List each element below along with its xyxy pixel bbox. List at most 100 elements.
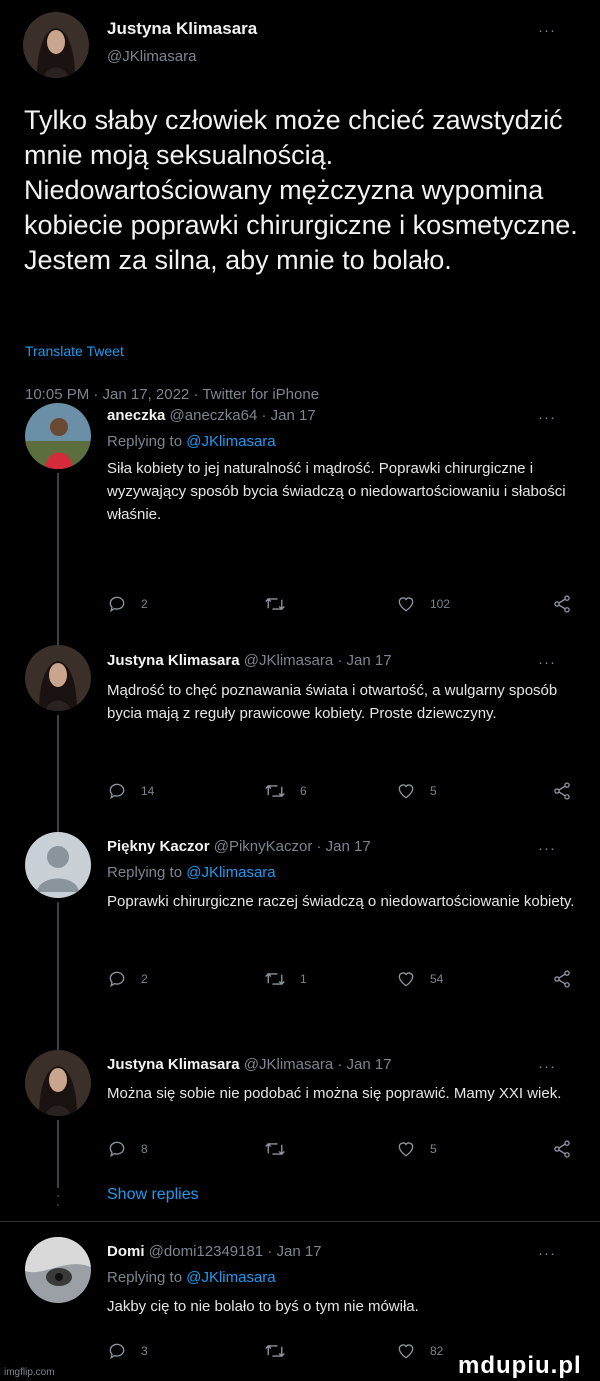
replying-to-prefix: Replying to (107, 864, 183, 881)
retweet-icon (265, 1142, 285, 1156)
tweet-actions: 8 5 (0, 1139, 600, 1163)
thread-dots (57, 1186, 59, 1206)
author-handle[interactable]: @JKlimasara (107, 48, 196, 65)
reply-text: Mądrość to chęć poznawania świata i otwa… (107, 682, 558, 722)
share-action[interactable] (552, 781, 572, 801)
thread-line (57, 1042, 59, 1050)
retweet-icon (265, 597, 285, 611)
more-options-icon[interactable]: ··· (538, 1058, 556, 1075)
replying-to-mention[interactable]: @JKlimasara (186, 864, 275, 881)
reply-avatar[interactable] (25, 1050, 91, 1116)
replying-to-mention[interactable]: @JKlimasara (186, 433, 275, 450)
like-count: 54 (430, 972, 444, 986)
tweet-actions: 14 6 5 (0, 781, 600, 805)
more-options-icon[interactable]: ··· (538, 840, 556, 857)
retweet-icon (265, 784, 285, 798)
replying-to-prefix: Replying to (107, 1269, 183, 1286)
tweet-text: Tylko słaby człowiek może chcieć zawstyd… (24, 105, 578, 275)
reply-author-meta: @JKlimasara · Jan 17 (243, 1056, 392, 1073)
reply-text: Jakby cię to nie bolało to byś o tym nie… (107, 1298, 419, 1315)
share-action[interactable] (552, 594, 572, 614)
heart-icon (398, 972, 414, 987)
reply-count: 14 (141, 784, 155, 798)
retweet-count: 1 (300, 972, 307, 986)
reply-author-name[interactable]: Justyna Klimasara (107, 652, 240, 669)
reply-action[interactable]: 3 (107, 1341, 148, 1361)
heart-icon (398, 1344, 414, 1359)
replying-to-prefix: Replying to (107, 433, 183, 450)
more-options-icon[interactable]: ··· (538, 654, 556, 671)
watermark-mdupiu: mdupiu.pl (458, 1352, 582, 1379)
reply-author-name[interactable]: Domi (107, 1243, 145, 1260)
reply-author-name[interactable]: Piękny Kaczor (107, 838, 210, 855)
reply-text: Można się sobie nie podobać i można się … (107, 1085, 562, 1102)
reply-action[interactable]: 14 (107, 781, 154, 801)
reply-header: aneczka @aneczka64 · Jan 17 (107, 407, 316, 424)
reply-text: Siła kobiety to jej naturalność i mądroś… (107, 460, 566, 523)
replying-to: Replying to @JKlimasara (107, 1269, 276, 1286)
like-count: 102 (430, 597, 451, 611)
translate-tweet-link[interactable]: Translate Tweet (25, 343, 124, 359)
like-action[interactable]: 5 (396, 1139, 437, 1159)
author-avatar[interactable] (23, 12, 89, 78)
share-icon (554, 595, 570, 613)
reply-avatar[interactable] (25, 645, 91, 711)
retweet-count: 6 (300, 784, 307, 798)
share-action[interactable] (552, 969, 572, 989)
share-action[interactable] (552, 1139, 572, 1159)
divider (0, 1221, 600, 1222)
reply-author-name[interactable]: Justyna Klimasara (107, 1056, 240, 1073)
reply-avatar[interactable] (25, 403, 91, 469)
retweet-action[interactable]: 1 (264, 969, 307, 989)
reply-header: Piękny Kaczor @PiknyKaczor · Jan 17 (107, 838, 371, 855)
reply-header: Justyna Klimasara @JKlimasara · Jan 17 (107, 1056, 392, 1073)
replying-to-mention[interactable]: @JKlimasara (186, 1269, 275, 1286)
reply-count: 3 (141, 1344, 148, 1358)
more-options-icon[interactable]: ··· (538, 1245, 556, 1262)
tweet-meta: 10:05 PM · Jan 17, 2022 · Twitter for iP… (25, 386, 320, 403)
like-count: 5 (430, 1142, 437, 1156)
like-action[interactable]: 102 (396, 594, 450, 614)
heart-icon (398, 1142, 414, 1157)
more-options-icon[interactable]: ··· (538, 409, 556, 426)
reply-icon (109, 783, 125, 800)
like-action[interactable]: 5 (396, 781, 437, 801)
reply-tweet: Justyna Klimasara @JKlimasara · Jan 17 ·… (0, 1042, 600, 1188)
thread-line (57, 633, 59, 645)
retweet-action[interactable] (264, 1139, 300, 1159)
reply-avatar[interactable] (25, 1237, 91, 1303)
reply-author-meta: @aneczka64 · Jan 17 (169, 407, 316, 424)
reply-tweet: Piękny Kaczor @PiknyKaczor · Jan 17 ··· … (0, 832, 600, 1042)
watermark-imgflip: imgflip.com (4, 1367, 55, 1378)
reply-author-meta: @domi12349181 · Jan 17 (148, 1243, 322, 1260)
share-icon (554, 970, 570, 988)
replying-to: Replying to @JKlimasara (107, 864, 276, 881)
reply-author-name[interactable]: aneczka (107, 407, 165, 424)
reply-icon (109, 1343, 125, 1360)
author-name[interactable]: Justyna Klimasara (107, 19, 257, 39)
reply-action[interactable]: 8 (107, 1139, 148, 1159)
share-icon (554, 782, 570, 800)
reply-author-meta: @PiknyKaczor · Jan 17 (213, 838, 371, 855)
reply-count: 2 (141, 597, 148, 611)
reply-icon (109, 596, 125, 613)
heart-icon (398, 597, 414, 612)
retweet-action[interactable]: 6 (264, 781, 307, 801)
main-tweet: Justyna Klimasara @JKlimasara ··· Tylko … (0, 0, 600, 403)
thread-line (57, 715, 59, 845)
like-action[interactable]: 82 (396, 1341, 443, 1361)
reply-header: Domi @domi12349181 · Jan 17 (107, 1243, 322, 1260)
more-options-icon[interactable]: ··· (538, 22, 556, 39)
show-replies-link[interactable]: Show replies (107, 1186, 199, 1204)
like-action[interactable]: 54 (396, 969, 443, 989)
heart-icon (398, 784, 414, 799)
retweet-icon (265, 972, 285, 986)
reply-icon (109, 971, 125, 988)
reply-avatar[interactable] (25, 832, 91, 898)
reply-tweet: Justyna Klimasara @JKlimasara · Jan 17 ·… (0, 633, 600, 845)
retweet-action[interactable] (264, 1341, 300, 1361)
reply-icon (109, 1141, 125, 1158)
retweet-action[interactable] (264, 594, 300, 614)
reply-action[interactable]: 2 (107, 594, 148, 614)
reply-action[interactable]: 2 (107, 969, 148, 989)
